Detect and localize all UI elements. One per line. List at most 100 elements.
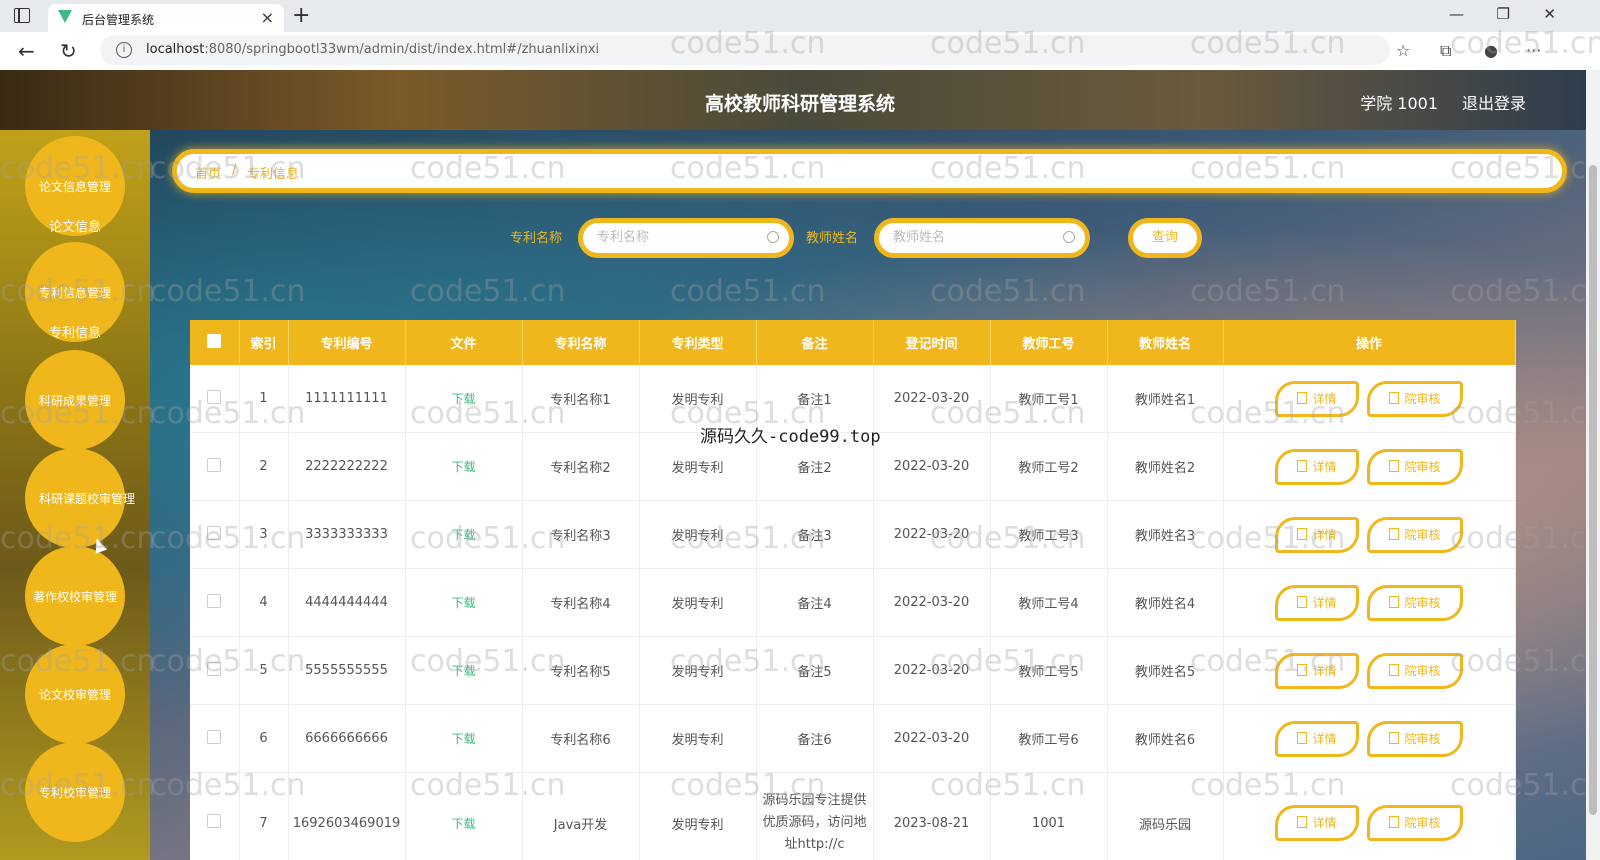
select-cell [190,636,240,705]
cell-number: 6666666666 [288,704,406,773]
select-cell [190,432,240,501]
sidebar-item-label: 著作权校审管理 [32,590,117,604]
column-header: 专利编号 [288,320,406,365]
sidebar-item-paper-audit[interactable]: 论文校审管理 [25,644,125,744]
more-icon[interactable]: ··· [1526,41,1541,60]
cell-teacher-no: 教师工号6 [990,704,1108,773]
logout-link[interactable]: 退出登录 [1462,90,1526,114]
tab-bar: 后台管理系统 × + — ❐ ✕ [0,0,1600,32]
detail-button[interactable]: 详情 [1275,805,1359,841]
sidebar-item-label: 专利校审管理 [38,786,111,800]
cell-name: 专利名称3 [522,500,640,569]
document-icon [1297,595,1308,608]
select-cell [190,365,240,433]
row-checkbox[interactable] [207,661,222,676]
audit-button[interactable]: 院审核 [1367,805,1463,841]
audit-label: 院审核 [1404,731,1441,746]
sidebar-item-label: 科研课题校审管理 [39,492,136,506]
detail-button[interactable]: 详情 [1275,448,1359,485]
sidebar-item-copyright-audit[interactable]: 著作权校审管理 [25,546,125,646]
patent-name-field[interactable] [578,218,794,258]
row-checkbox[interactable] [207,457,222,472]
select-all-checkbox[interactable] [207,333,222,348]
main-content: 首页 / 专利信息 专利名称 教师姓名 查询 索引 专利 [150,130,1590,860]
sidebar-item-label: 科研成果管理 [38,394,111,408]
download-link[interactable]: 下载 [451,732,475,746]
sidebar-item-paper[interactable]: 论文信息管理 论文信息 [25,136,125,236]
url-field[interactable]: i localhost:8080/springbootl33wm/admin/d… [100,35,1390,65]
sidebar-item-patent[interactable]: 专利信息管理 专利信息 [25,242,125,342]
close-window-icon[interactable]: ✕ [1543,5,1556,23]
page-scrollbar[interactable] [1586,70,1600,860]
column-header: 文件 [405,320,523,365]
reload-icon[interactable]: ↻ [60,39,77,63]
restore-icon[interactable]: ❐ [1497,5,1510,23]
audit-button[interactable]: 院审核 [1367,584,1463,621]
cell-type: 发明专利 [639,636,757,705]
audit-label: 院审核 [1404,459,1441,474]
minimize-icon[interactable]: — [1449,5,1464,23]
sidebar-subitem-patent-info[interactable]: 专利信息 [25,322,125,341]
detail-button[interactable]: 详情 [1275,720,1359,757]
cell-file: 下载 [405,568,523,637]
audit-button[interactable]: 院审核 [1367,652,1463,689]
cell-name: 专利名称5 [522,636,640,705]
cell-actions: 详情 院审核 [1223,432,1516,501]
scrollbar-thumb[interactable] [1589,165,1597,815]
back-icon[interactable]: ← [18,39,35,63]
select-cell [190,704,240,773]
query-button[interactable]: 查询 [1128,218,1202,258]
teacher-name-field[interactable] [874,218,1090,258]
cell-file: 下载 [405,636,523,705]
close-tab-icon[interactable]: × [261,8,274,27]
cell-teacher-name: 教师姓名5 [1107,636,1224,705]
favorites-icon[interactable]: ☆ [1396,41,1410,60]
detail-button[interactable]: 详情 [1275,584,1359,621]
detail-button[interactable]: 详情 [1275,516,1359,553]
download-link[interactable]: 下载 [451,528,475,542]
audit-button[interactable]: 院审核 [1367,380,1463,417]
sidebar-item-patent-audit[interactable]: 专利校审管理 [25,742,125,842]
cell-number: 2222222222 [288,432,406,501]
detail-label: 详情 [1312,663,1337,678]
sidebar-subitem-paper-info[interactable]: 论文信息 [25,216,125,235]
cell-teacher-no: 教师工号3 [990,500,1108,569]
browser-tab[interactable]: 后台管理系统 × [48,4,284,32]
download-link[interactable]: 下载 [451,664,475,678]
detail-button[interactable]: 详情 [1275,652,1359,689]
document-icon [1389,595,1400,608]
sidebar-item-achievement[interactable]: 科研成果管理 [25,350,125,450]
audit-button[interactable]: 院审核 [1367,720,1463,757]
collections-icon[interactable]: ⧉ [1440,41,1451,61]
vue-favicon-icon [58,10,72,23]
profile-icon[interactable]: ● [1484,41,1498,60]
document-icon [1389,527,1400,540]
cell-date: 2022-03-20 [873,500,991,569]
sidebar-item-project-audit[interactable]: 科研课题校审管理 [25,448,135,548]
cell-actions: 详情 院审核 [1223,568,1516,637]
breadcrumb-home[interactable]: 首页 [195,163,221,182]
tab-actions-icon[interactable] [14,8,30,23]
patent-table: 索引 专利编号 文件 专利名称 专利类型 备注 登记时间 教师工号 教师姓名 操… [190,320,1516,860]
audit-label: 院审核 [1404,595,1441,610]
row-checkbox[interactable] [207,729,222,744]
url-text: localhost:8080/springbootl33wm/admin/dis… [146,42,600,57]
site-info-icon[interactable]: i [116,42,132,58]
row-checkbox[interactable] [207,814,222,828]
download-link[interactable]: 下载 [451,596,475,610]
audit-button[interactable]: 院审核 [1367,448,1463,485]
patent-name-input[interactable] [595,229,769,246]
audit-button[interactable]: 院审核 [1367,516,1463,553]
new-tab-icon[interactable]: + [292,3,310,28]
row-checkbox[interactable] [207,593,222,608]
cell-date: 2023-08-21 [873,772,991,860]
download-link[interactable]: 下载 [451,817,475,831]
teacher-name-label: 教师姓名 [806,231,859,246]
row-checkbox[interactable] [207,525,222,540]
cell-date: 2022-03-20 [873,432,991,501]
teacher-name-input[interactable] [891,229,1065,246]
download-link[interactable]: 下载 [451,460,475,474]
download-link[interactable]: 下载 [451,392,475,406]
row-checkbox[interactable] [207,389,222,404]
detail-button[interactable]: 详情 [1275,380,1359,417]
